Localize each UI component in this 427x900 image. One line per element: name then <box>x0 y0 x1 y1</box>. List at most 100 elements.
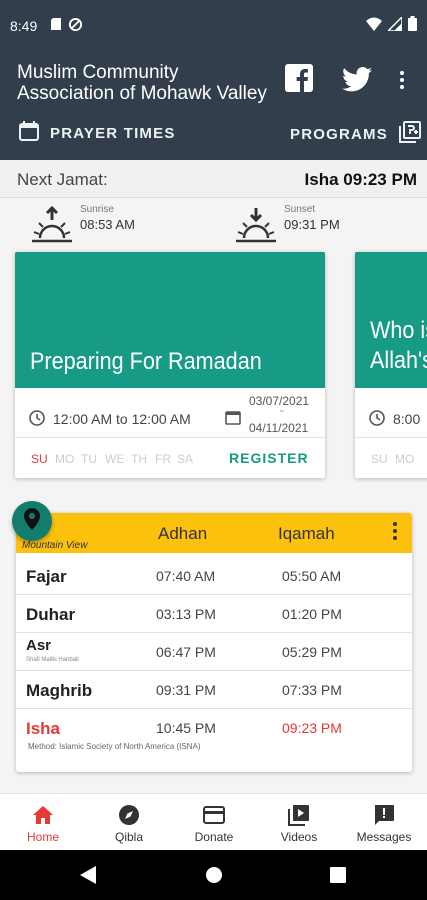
prayer-row-maghrib: Maghrib 09:31 PM 07:33 PM <box>16 671 412 709</box>
sunset-label: Sunset <box>284 204 316 215</box>
sunrise-icon <box>30 204 74 249</box>
nav-donate-label: Donate <box>194 830 234 844</box>
date-icon <box>225 409 241 428</box>
prayer-name: Fajar <box>26 567 67 586</box>
prayer-name: Duhar <box>26 605 76 624</box>
status-bar: 8:49 <box>0 0 427 50</box>
sunset-icon <box>234 204 278 249</box>
nav-donate[interactable]: Donate <box>171 794 257 851</box>
sd-card-icon <box>50 17 62 35</box>
iqamah-time: 01:20 PM <box>282 606 342 622</box>
asr-madhab-note: Shafi Maliki Hanbali <box>26 657 79 663</box>
back-icon[interactable] <box>80 866 96 889</box>
prayer-row-duhar: Duhar 03:13 PM 01:20 PM <box>16 595 412 633</box>
adhan-time: 03:13 PM <box>156 606 216 622</box>
location-pin-icon <box>24 507 40 535</box>
day-th: TH <box>131 452 147 466</box>
sun-times: Sunrise 08:53 AM Sunset 09:31 PM <box>0 200 427 250</box>
program-info-2: 8:00 <box>355 388 427 438</box>
home-circle-icon[interactable] <box>205 866 223 889</box>
day-tu: TU <box>81 452 97 466</box>
facebook-icon[interactable] <box>285 64 313 97</box>
nav-videos-label: Videos <box>280 830 318 844</box>
program-info: 12:00 AM to 12:00 AM 03/07/2021 ⌄ 04/11/… <box>15 388 325 438</box>
next-jamat-value: Isha 09:23 PM <box>304 170 417 189</box>
tab-programs-label: PROGRAMS <box>290 125 388 143</box>
overflow-menu-icon[interactable] <box>398 70 406 95</box>
day-we: WE <box>105 452 125 466</box>
app-title: Muslim Community Association of Mohawk V… <box>17 62 267 104</box>
video-library-icon <box>287 803 311 827</box>
day-fr: FR <box>155 452 171 466</box>
prayer-name: Asr <box>26 637 52 654</box>
twitter-icon[interactable] <box>342 67 372 97</box>
program-title-2: Who is Allah's <box>370 316 427 376</box>
prayer-row-asr: Asr Shafi Maliki Hanbali 06:47 PM 05:29 … <box>16 633 412 671</box>
location-button[interactable] <box>12 501 52 541</box>
program-card-2[interactable]: Who is Allah's 8:00 SU MO <box>355 252 427 478</box>
nav-messages[interactable]: Messages <box>341 794 427 851</box>
program-banner-2[interactable]: Who is Allah's <box>355 252 427 388</box>
day-su: SU <box>371 452 388 466</box>
sunrise-label: Sunrise <box>80 204 114 215</box>
iqamah-time: 07:33 PM <box>282 682 342 698</box>
prayer-times-table: Mountain View Adhan Iqamah Fajar 07:40 A… <box>16 513 412 772</box>
iqamah-time: 09:23 PM <box>282 720 342 736</box>
programs-icon <box>398 120 422 148</box>
nav-home[interactable]: Home <box>0 794 86 851</box>
iqamah-time: 05:29 PM <box>282 644 342 660</box>
date-range-marker: ⌄ <box>278 404 286 414</box>
program-title-2-line1: Who is <box>370 317 427 344</box>
adhan-time: 10:45 PM <box>156 720 216 736</box>
adhan-header: Adhan <box>158 524 208 543</box>
status-time: 8:49 <box>10 18 38 34</box>
program-title: Preparing For Ramadan <box>30 348 262 375</box>
wifi-icon <box>366 17 382 34</box>
program-time: 12:00 AM to 12:00 AM <box>53 411 191 427</box>
adhan-time: 07:40 AM <box>156 568 216 584</box>
adhan-time: 09:31 PM <box>156 682 216 698</box>
recents-icon[interactable] <box>330 867 346 888</box>
battery-icon <box>408 16 417 34</box>
location-label: Mountain View <box>22 540 88 551</box>
program-date-end: 04/11/2021 <box>249 421 309 435</box>
data-saver-icon <box>68 17 83 35</box>
app-header: Muslim Community Association of Mohawk V… <box>0 50 427 160</box>
register-button[interactable]: REGISTER <box>229 450 309 466</box>
program-title-2-line2: Allah's <box>370 347 427 374</box>
program-time-2: 8:00 <box>393 411 421 427</box>
nav-qibla-label: Qibla <box>114 830 143 844</box>
day-sa: SA <box>177 452 194 466</box>
nav-messages-label: Messages <box>356 830 412 844</box>
nav-home-label: Home <box>26 830 59 844</box>
prayer-name: Isha <box>26 719 61 738</box>
calendar-icon <box>18 120 40 146</box>
sunrise: Sunrise 08:53 AM <box>30 204 135 249</box>
tab-prayer-times[interactable]: PRAYER TIMES <box>18 120 176 146</box>
program-card[interactable]: Preparing For Ramadan 12:00 AM to 12:00 … <box>15 252 325 478</box>
clock-icon <box>369 410 385 429</box>
tab-prayer-times-label: PRAYER TIMES <box>50 124 176 142</box>
adhan-time: 06:47 PM <box>156 644 216 660</box>
program-banner[interactable]: Preparing For Ramadan <box>15 252 325 388</box>
clock-icon <box>29 410 45 429</box>
day-mo: MO <box>55 452 75 466</box>
sunrise-time: 08:53 AM <box>80 217 135 232</box>
home-icon <box>31 803 55 827</box>
message-icon <box>372 803 396 827</box>
calculation-method: Method: Islamic Society of North America… <box>28 742 201 751</box>
table-menu-icon[interactable] <box>392 521 398 546</box>
system-navigation-bar <box>0 850 427 900</box>
sunset-time: 09:31 PM <box>284 217 340 232</box>
nav-qibla[interactable]: Qibla <box>86 794 172 851</box>
sunset: Sunset 09:31 PM <box>234 204 340 249</box>
iqamah-header: Iqamah <box>278 524 335 543</box>
next-jamat-bar: Next Jamat: Isha 09:23 PM <box>0 160 427 198</box>
prayer-row-fajar: Fajar 07:40 AM 05:50 AM <box>16 557 412 595</box>
nav-videos[interactable]: Videos <box>256 794 342 851</box>
next-jamat-label: Next Jamat: <box>17 170 108 189</box>
prayer-table-header: Mountain View Adhan Iqamah <box>16 513 412 553</box>
signal-icon <box>386 14 403 34</box>
tab-programs[interactable]: PROGRAMS <box>290 120 422 148</box>
iqamah-time: 05:50 AM <box>282 568 342 584</box>
